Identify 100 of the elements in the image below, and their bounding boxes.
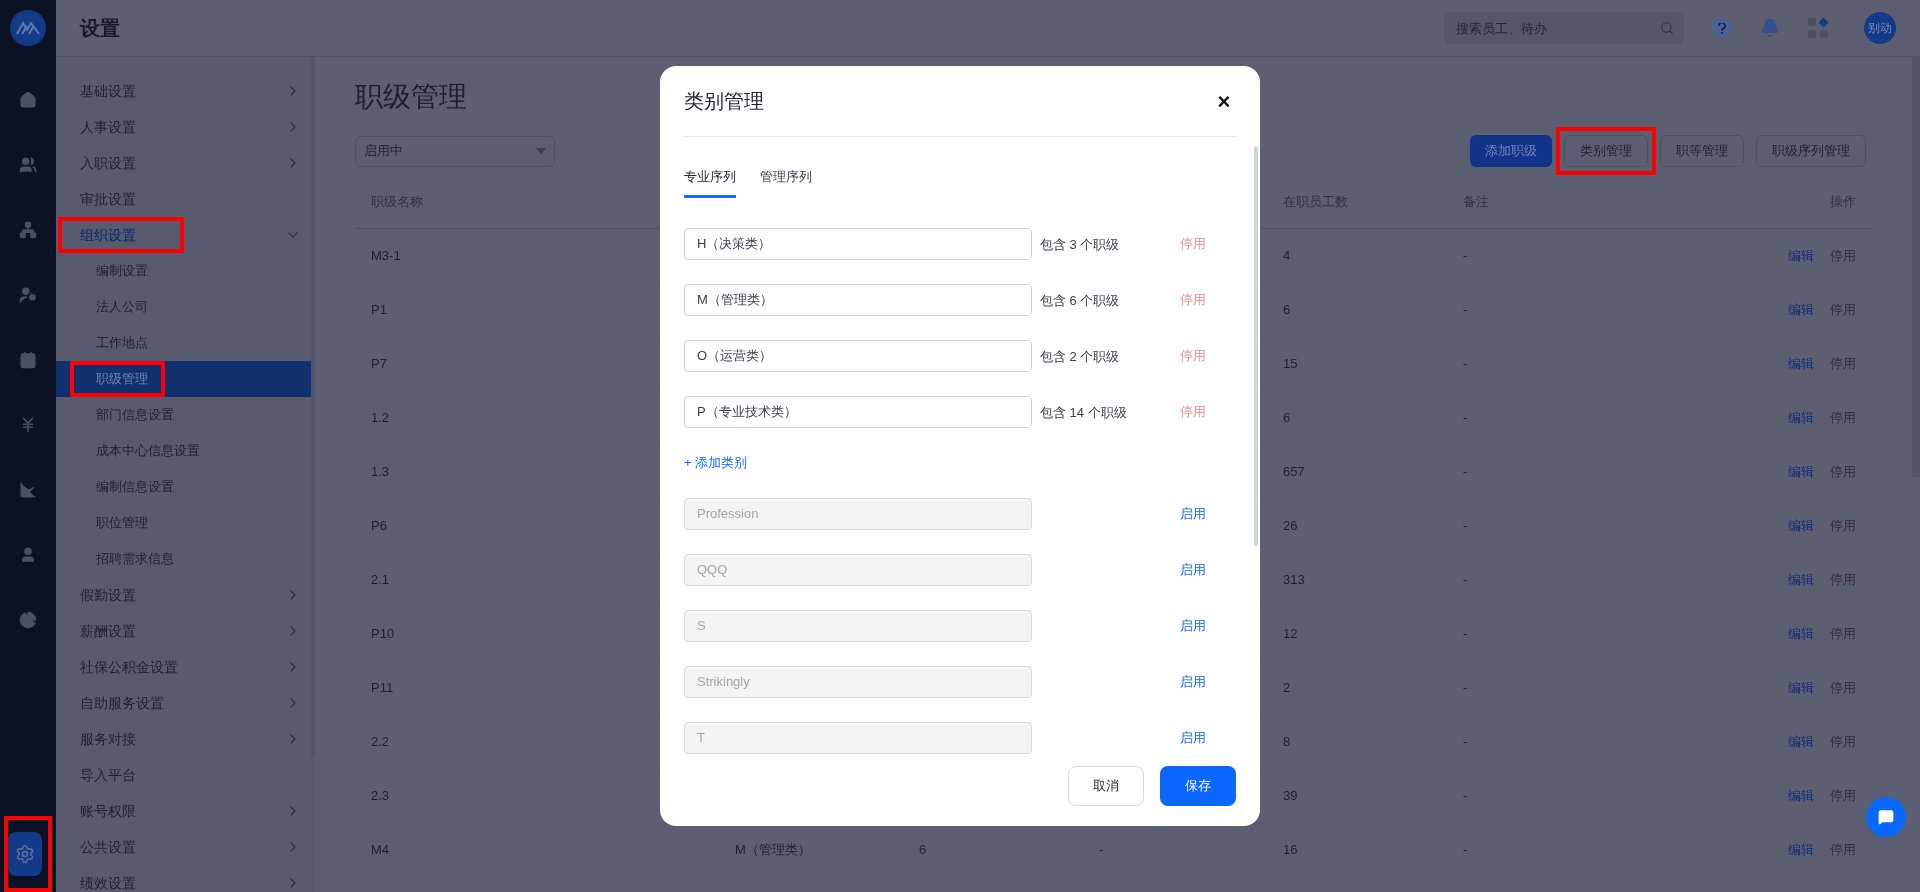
search-icon[interactable] xyxy=(1660,21,1674,35)
table-cell: 2 xyxy=(1283,679,1291,695)
app-title: 设置 xyxy=(80,16,120,41)
edit-link[interactable]: 编辑 xyxy=(1788,677,1814,698)
table-cell: - xyxy=(1463,733,1468,749)
category-input[interactable]: Strikingly xyxy=(684,665,1032,698)
sidebar-item[interactable]: 基础设置 xyxy=(56,73,315,109)
toolbar-button[interactable]: 职等管理 xyxy=(1660,135,1744,167)
edit-link[interactable]: 编辑 xyxy=(1788,461,1814,482)
chart-icon[interactable] xyxy=(19,481,37,499)
table-cell: - xyxy=(1099,841,1104,857)
category-input[interactable]: S xyxy=(684,609,1032,642)
enable-link[interactable]: 启用 xyxy=(1180,671,1206,692)
table-cell: P6 xyxy=(371,517,387,533)
table-cell: 1.2 xyxy=(371,409,390,425)
org-chart-icon[interactable] xyxy=(19,221,37,239)
chat-button[interactable] xyxy=(1866,797,1906,837)
disable-link[interactable]: 停用 xyxy=(1180,401,1206,422)
table-cell: 4 xyxy=(1283,247,1291,263)
sidebar-item[interactable]: 薪酬设置 xyxy=(56,613,315,649)
sidebar-item[interactable]: 审批设置 xyxy=(56,181,315,217)
close-button[interactable]: × xyxy=(1212,84,1236,118)
edit-link[interactable]: 编辑 xyxy=(1788,353,1814,374)
sidebar-item[interactable]: 服务对接 xyxy=(56,721,315,757)
table-cell: P11 xyxy=(371,679,394,695)
edit-link[interactable]: 编辑 xyxy=(1788,299,1814,320)
scrollbar[interactable] xyxy=(1254,146,1258,546)
table-cell: 26 xyxy=(1283,517,1298,533)
pie-chart-icon[interactable] xyxy=(19,611,37,629)
edit-link[interactable]: 编辑 xyxy=(1788,515,1814,536)
table-cell: 16 xyxy=(1283,841,1298,857)
user-gear-icon[interactable] xyxy=(19,286,37,304)
settings-icon[interactable] xyxy=(15,844,35,864)
table-cell: M3-1 xyxy=(371,247,401,263)
edit-link[interactable]: 编辑 xyxy=(1788,569,1814,590)
level-count-text: 包含 6 个职级 xyxy=(1040,292,1120,308)
edit-link[interactable]: 编辑 xyxy=(1788,785,1814,806)
category-input[interactable]: T xyxy=(684,721,1032,754)
table-cell: 39 xyxy=(1283,787,1298,803)
page-title: 职级管理 xyxy=(355,80,467,114)
edit-link[interactable]: 编辑 xyxy=(1788,839,1814,860)
edit-link[interactable]: 编辑 xyxy=(1788,245,1814,266)
toolbar-button[interactable]: 类别管理 xyxy=(1564,135,1648,167)
toolbar-button[interactable]: 职级序列管理 xyxy=(1756,135,1866,167)
apps-icon[interactable] xyxy=(1808,17,1830,39)
save-button[interactable]: 保存 xyxy=(1160,766,1236,806)
category-input[interactable]: M（管理类） xyxy=(684,283,1032,316)
edit-link[interactable]: 编辑 xyxy=(1788,623,1814,644)
category-input[interactable]: QQQ xyxy=(684,553,1032,586)
table-cell: - xyxy=(1463,625,1468,641)
table-cell: - xyxy=(1463,517,1468,533)
table-cell: 313 xyxy=(1283,571,1305,587)
table-cell: 6 xyxy=(1283,301,1291,317)
enable-link[interactable]: 启用 xyxy=(1180,559,1206,580)
sidebar-item[interactable]: 绩效设置 xyxy=(56,865,315,892)
people-icon[interactable] xyxy=(19,156,37,174)
calendar-icon[interactable] xyxy=(19,351,37,369)
sidebar-item[interactable]: 入职设置 xyxy=(56,145,315,181)
sidebar-item[interactable]: 假勤设置 xyxy=(56,577,315,613)
help-icon[interactable] xyxy=(1712,18,1732,38)
table-cell: P1 xyxy=(371,301,387,317)
table-cell: M4 xyxy=(371,841,390,857)
sidebar-item[interactable]: 导入平台 xyxy=(56,757,315,793)
tab[interactable]: 专业序列 xyxy=(684,167,736,198)
sidebar-item[interactable]: 人事设置 xyxy=(56,109,315,145)
cancel-button[interactable]: 取消 xyxy=(1068,766,1144,806)
table-cell: P7 xyxy=(371,355,387,371)
enable-link[interactable]: 启用 xyxy=(1180,503,1206,524)
category-input[interactable]: P（专业技术类） xyxy=(684,395,1032,428)
bell-icon[interactable] xyxy=(1760,18,1780,38)
table-cell: - xyxy=(1463,409,1468,425)
table-cell: 657 xyxy=(1283,463,1305,479)
sidebar-item[interactable]: 组织设置 xyxy=(56,217,315,253)
user-icon[interactable] xyxy=(19,546,37,564)
table-cell: 2.1 xyxy=(371,571,390,587)
enable-link[interactable]: 启用 xyxy=(1180,727,1206,748)
sidebar-item[interactable]: 自助服务设置 xyxy=(56,685,315,721)
disable-link[interactable]: 停用 xyxy=(1180,345,1206,366)
table-cell: 1.3 xyxy=(371,463,390,479)
sidebar-item[interactable]: 社保公积金设置 xyxy=(56,649,315,685)
table-cell: 8 xyxy=(1283,733,1291,749)
enable-link[interactable]: 启用 xyxy=(1180,615,1206,636)
user-avatar[interactable]: 别动 xyxy=(1864,12,1896,44)
disable-link[interactable]: 停用 xyxy=(1180,233,1206,254)
table-cell: 2.2 xyxy=(371,733,390,749)
category-input[interactable]: H（决策类） xyxy=(684,227,1032,260)
table-cell: P10 xyxy=(371,625,395,641)
logo-icon[interactable] xyxy=(10,10,46,46)
category-input[interactable]: O（运营类） xyxy=(684,339,1032,372)
edit-link[interactable]: 编辑 xyxy=(1788,407,1814,428)
category-input[interactable]: Profession xyxy=(684,497,1032,530)
tab[interactable]: 管理序列 xyxy=(760,167,812,198)
status-filter-dropdown[interactable]: 启用中 xyxy=(355,135,555,167)
disable-link[interactable]: 停用 xyxy=(1180,289,1206,310)
table-cell: - xyxy=(1463,247,1468,263)
add-button[interactable]: 添加职级 xyxy=(1470,135,1552,167)
add-category-link[interactable]: + 添加类别 xyxy=(684,452,748,473)
edit-link[interactable]: 编辑 xyxy=(1788,731,1814,752)
chat-icon[interactable] xyxy=(1878,809,1894,825)
home-icon[interactable] xyxy=(19,91,37,109)
